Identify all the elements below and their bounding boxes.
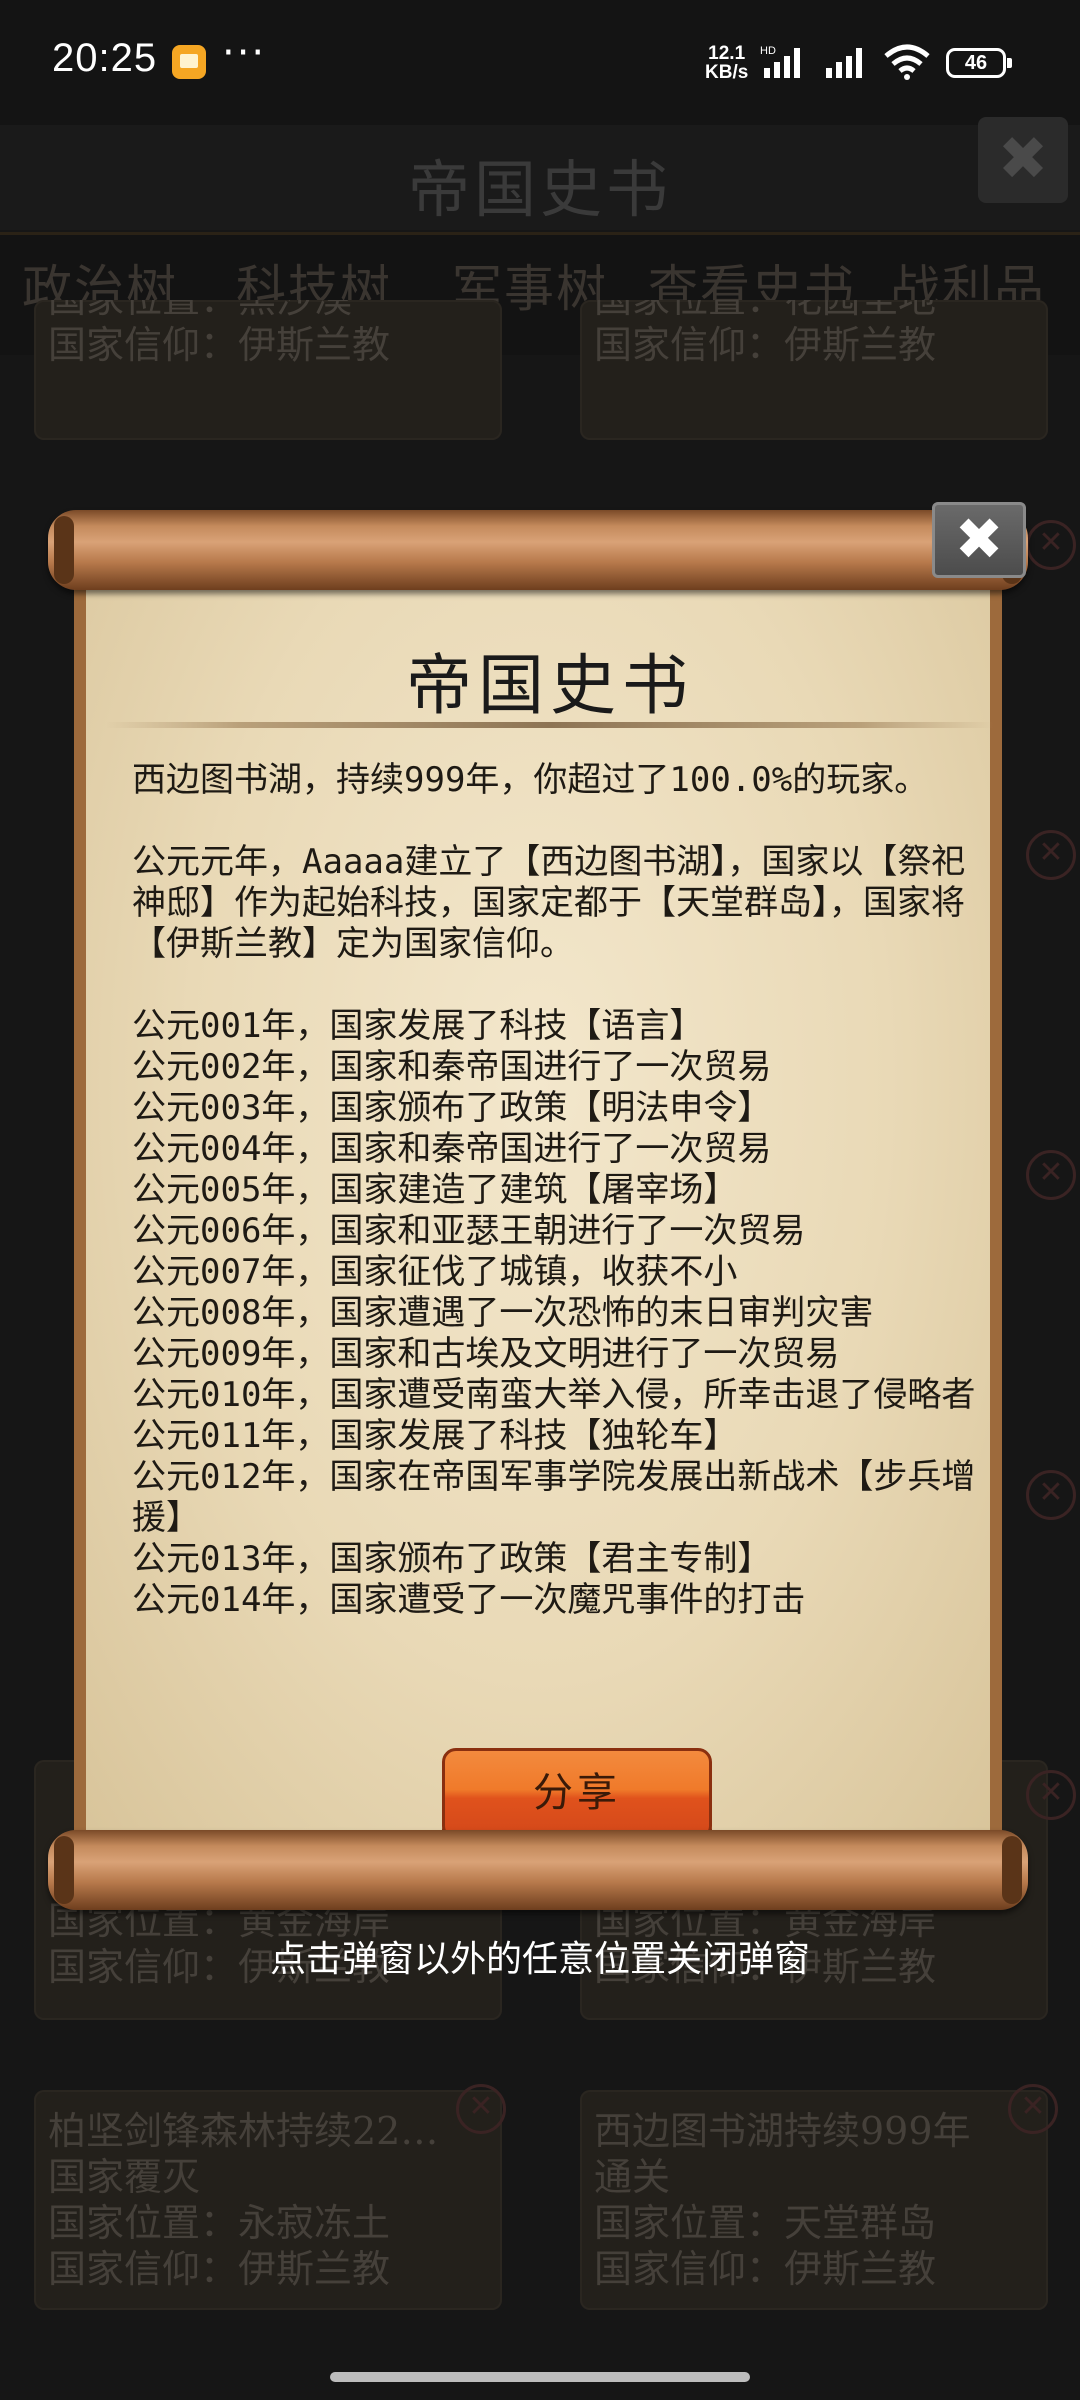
modal-title: 帝国史书 — [406, 647, 694, 724]
notification-app-icon — [172, 45, 206, 79]
card-line: 国家信仰：伊斯兰教 — [48, 2247, 391, 2291]
app-close-button[interactable]: ✖ — [978, 117, 1068, 203]
delete-card-icon[interactable]: ✕ — [1026, 830, 1076, 880]
country-card[interactable]: 柏坚剑锋森林持续22… 国家覆灭 国家位置：永寂冻土 国家信仰：伊斯兰教 — [34, 2090, 502, 2310]
network-type-label: HD — [760, 45, 776, 57]
wifi-icon — [884, 44, 930, 80]
delete-card-icon[interactable]: ✕ — [1026, 520, 1076, 570]
event-item: 公元010年，国家遭受南蛮大举入侵，所幸击退了侵略者 — [132, 1375, 976, 1415]
founding-text: 公元元年，Aaaaa建立了【西边图书湖】，国家以【祭祀神邸】作为起始科技，国家定… — [132, 842, 966, 964]
battery-icon: 46 — [946, 48, 1012, 78]
event-item: 公元003年，国家颁布了政策【明法申令】 — [132, 1088, 772, 1128]
history-modal: 帝国史书 西边图书湖，持续999年，你超过了100.0%的玩家。 公元元年，Aa… — [48, 502, 1028, 1910]
scroll-paper: 帝国史书 西边图书湖，持续999年，你超过了100.0%的玩家。 公元元年，Aa… — [74, 570, 1002, 1850]
country-card[interactable]: 国家位置：花园圣地 国家信仰：伊斯兰教 — [580, 300, 1048, 440]
event-item: 公元012年，国家在帝国军事学院发展出新战术【步兵增援】 — [132, 1457, 976, 1538]
status-time: 20:25 — [52, 36, 158, 80]
event-item: 公元006年，国家和亚瑟王朝进行了一次贸易 — [132, 1211, 806, 1251]
card-line: 柏坚剑锋森林持续22… — [48, 2109, 439, 2153]
share-button[interactable]: 分享 — [442, 1748, 712, 1840]
event-item: 公元005年，国家建造了建筑【屠宰场】 — [132, 1170, 738, 1210]
network-speed-value: 12.1 — [708, 43, 746, 64]
history-log: 西边图书湖，持续999年，你超过了100.0%的玩家。 公元元年，Aaaaa建立… — [132, 760, 992, 1621]
title-divider — [106, 722, 994, 728]
card-line: 国家位置：花园圣地 — [594, 300, 1034, 322]
card-line: 国家覆灭 — [48, 2155, 201, 2199]
event-item: 公元008年，国家遭遇了一次恐怖的末日审判灾害 — [132, 1293, 874, 1333]
app-header: 帝国史书 ✖ — [0, 117, 1080, 230]
scroll-bottom-rod — [48, 1830, 1028, 1910]
delete-card-icon[interactable]: ✕ — [1026, 1770, 1076, 1820]
signal-icon: HD — [760, 45, 800, 78]
event-item: 公元009年，国家和古埃及文明进行了一次贸易 — [132, 1334, 840, 1374]
card-line: 国家位置：天堂群岛 — [594, 2201, 937, 2245]
delete-card-icon[interactable]: ✕ — [1026, 1470, 1076, 1520]
status-bar: 20:25 ··· 12.1 KB/s HD 46 — [0, 0, 1080, 125]
event-item: 公元004年，国家和秦帝国进行了一次贸易 — [132, 1129, 772, 1169]
card-line: 国家位置：永寂冻土 — [48, 2201, 391, 2245]
event-item: 公元001年，国家发展了科技【语言】 — [132, 1006, 704, 1046]
card-line: 国家信仰：伊斯兰教 — [594, 2247, 937, 2291]
card-line: 国家信仰：伊斯兰教 — [594, 323, 937, 367]
dismiss-hint: 点击弹窗以外的任意位置关闭弹窗 — [269, 1939, 810, 1980]
event-list: 公元001年，国家发展了科技【语言】 公元002年，国家和秦帝国进行了一次贸易 … — [132, 1006, 992, 1621]
event-item: 公元014年，国家遭受了一次魔咒事件的打击 — [132, 1580, 806, 1620]
page-title: 帝国史书 — [407, 153, 672, 226]
home-indicator[interactable] — [330, 2372, 750, 2382]
signal-icon-2 — [826, 48, 862, 78]
event-item: 公元013年，国家颁布了政策【君主专制】 — [132, 1539, 772, 1579]
event-item: 公元011年，国家发展了科技【独轮车】 — [132, 1416, 738, 1456]
card-line: 西边图书湖持续999年 — [594, 2109, 971, 2153]
card-line: 国家位置：黑沙漠 — [48, 300, 488, 322]
network-speed-unit: KB/s — [705, 62, 749, 83]
event-item: 公元007年，国家征伐了城镇，收获不小 — [132, 1252, 738, 1292]
delete-card-icon[interactable]: ✕ — [456, 2084, 506, 2134]
delete-card-icon[interactable]: ✕ — [1026, 1150, 1076, 1200]
scroll-top-rod — [48, 510, 1028, 590]
event-item: 公元002年，国家和秦帝国进行了一次贸易 — [132, 1047, 772, 1087]
modal-close-button[interactable]: ✖ — [932, 502, 1026, 578]
network-speed: 12.1 KB/s — [705, 44, 748, 82]
delete-card-icon[interactable]: ✕ — [1008, 2084, 1058, 2134]
more-notifications-icon: ··· — [222, 30, 267, 76]
card-line: 国家信仰：伊斯兰教 — [48, 323, 391, 367]
summary-text: 西边图书湖，持续999年，你超过了100.0%的玩家。 — [132, 760, 929, 800]
country-card[interactable]: 国家位置：黑沙漠 国家信仰：伊斯兰教 — [34, 300, 502, 440]
card-line: 通关 — [594, 2155, 671, 2199]
country-card[interactable]: 西边图书湖持续999年 通关 国家位置：天堂群岛 国家信仰：伊斯兰教 — [580, 2090, 1048, 2310]
